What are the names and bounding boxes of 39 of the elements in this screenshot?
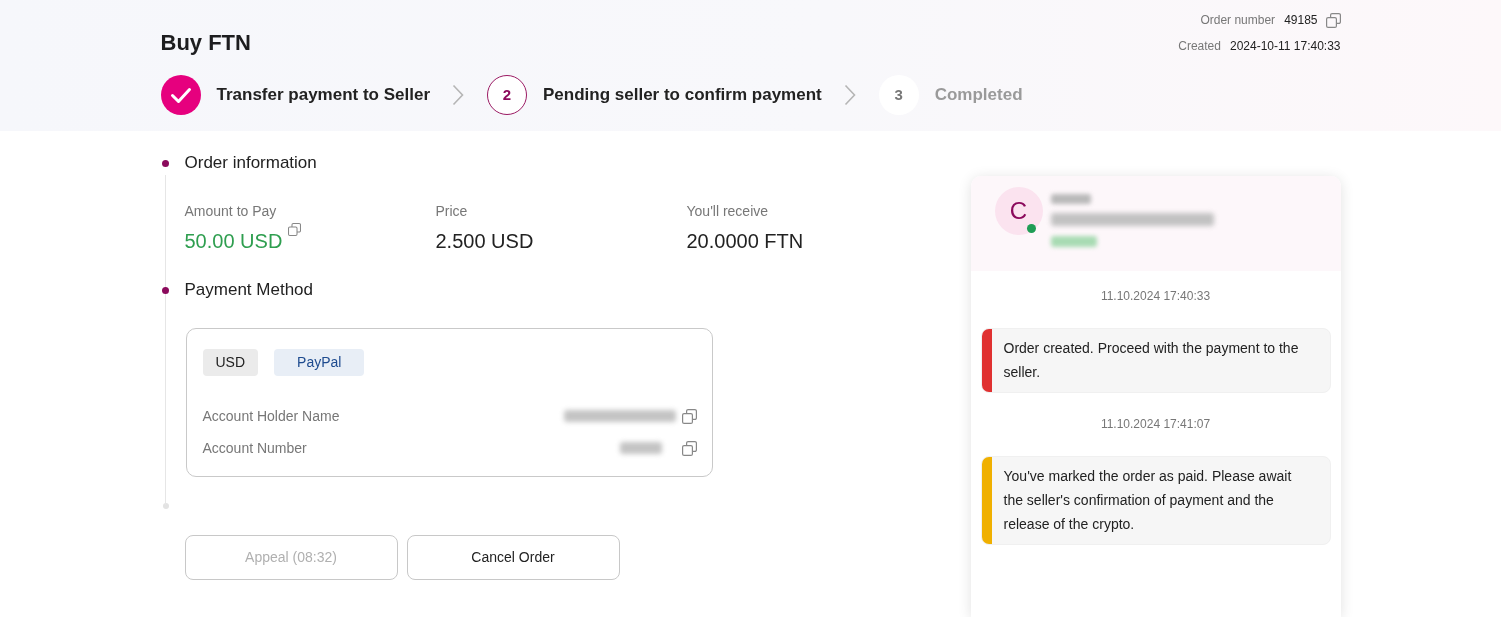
field-value: 2.500 USD [435,229,534,254]
redacted-value [619,442,662,454]
copy-icon[interactable] [288,223,302,236]
field-label: Price [435,202,469,220]
copy-icon[interactable] [681,440,697,456]
chevron-right-icon [843,84,856,106]
step-number: 3 [878,75,919,115]
chevron-right-icon [452,84,465,106]
field-value: 20.0000 FTN [686,229,804,254]
order-number-label: Order number [1200,12,1276,29]
account-label: Account Holder Name [202,407,340,426]
field-label: You'll receive [686,202,770,220]
step-number: 2 [487,75,528,115]
created-time: 2024-10-11 17:40:33 [1229,38,1341,55]
step-label: Pending seller to confirm payment [543,84,822,107]
page-title: Buy FTN [160,30,251,56]
field-label: Amount to Pay [184,202,278,220]
action-button[interactable]: Cancel Order [406,535,620,580]
payment-method-tag: PayPal [274,349,365,376]
field-value: 50.00 USD [184,229,283,254]
redacted-status [1050,236,1097,247]
currency-tag: USD [202,349,259,376]
step-label: Completed [934,84,1023,107]
copy-icon[interactable] [1325,12,1341,28]
message-text: You've marked the order as paid. Please await the seller's confirmation of payment and the release of the crypto. [1002,467,1293,534]
account-label: Account Number [202,439,307,458]
redacted-name [1050,194,1091,204]
order-number: 49185 [1284,12,1318,29]
message-time: 11.10.2024 17:41:07 [1099,416,1212,432]
created-label: Created [1178,38,1221,55]
timeline-dot-icon [161,287,169,294]
timeline-dot-icon [161,160,169,167]
step-label: Transfer payment to Seller [216,84,431,107]
section-title: Order information [184,153,317,172]
section-title: Payment Method [184,280,313,299]
message-time: 11.10.2024 17:40:33 [1099,288,1212,304]
copy-icon[interactable] [681,408,697,424]
avatar-letter: C [1009,197,1028,225]
message-text: Order created. Proceed with the payment to the seller. [1002,339,1300,382]
